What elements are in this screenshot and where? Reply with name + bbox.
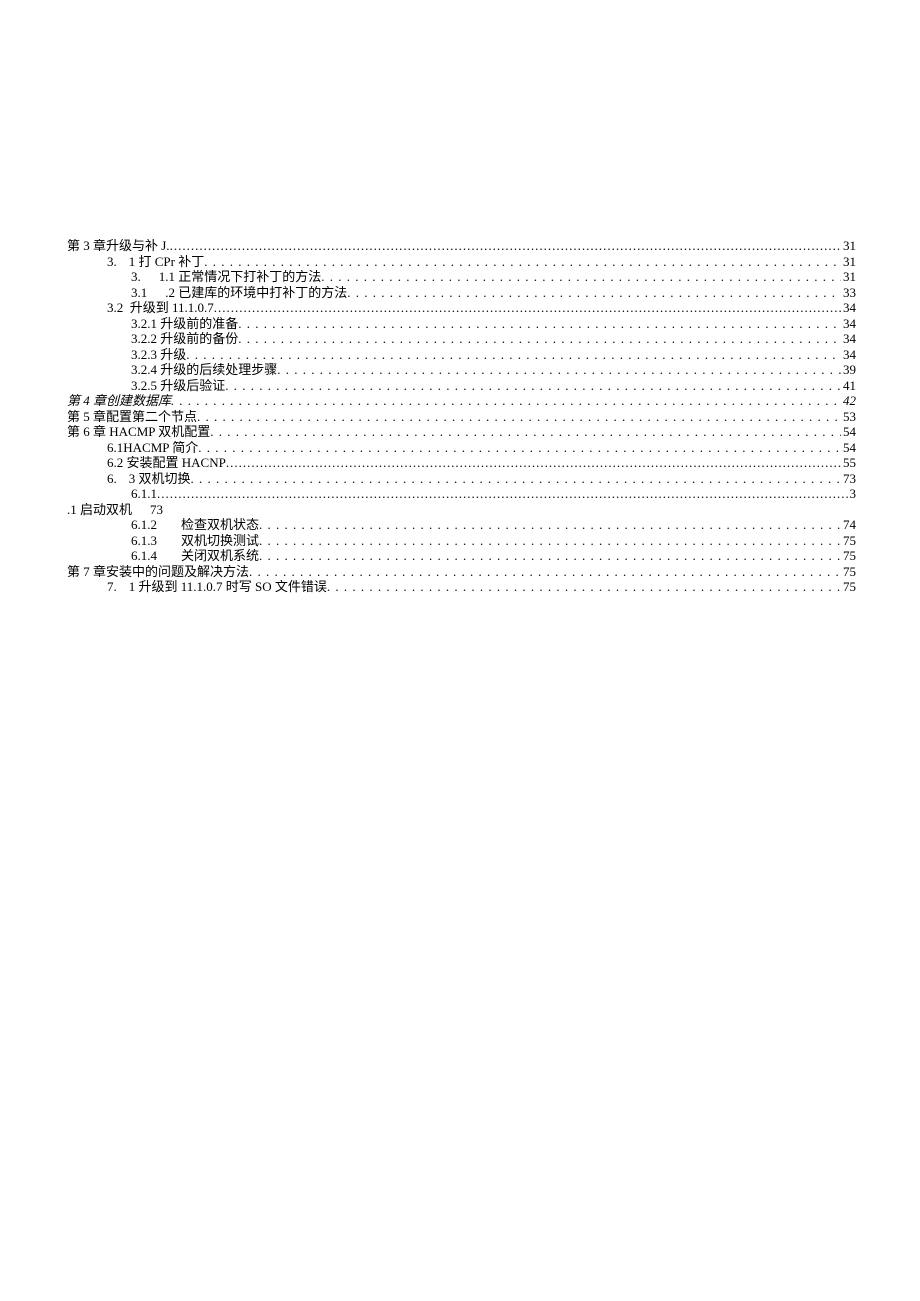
toc-entry: 第 5 章配置第二个节点 53 [67,410,856,426]
toc-label: 6.1.3双机切换测试 [131,534,259,547]
toc-label: 第 4 章创建数据库 [67,394,171,407]
toc-label: 第 5 章配置第二个节点 [67,410,197,423]
toc-entry: 3.2.5 升级后验证 41 [67,379,856,395]
toc-label: 7.1 升级到 11.1.0.7 时写 SO 文件错误 [107,580,327,593]
toc-dots [197,410,841,423]
toc-dots [191,472,841,485]
toc-dots [170,239,841,252]
toc-page: 34 [841,348,856,361]
toc-dots [259,549,841,562]
toc-dots [198,441,841,454]
toc-page: 75 [841,534,856,547]
toc-dots [277,363,841,376]
toc-dots [238,317,841,330]
toc-label: 第 7 章安装中的问题及解决方法 [67,565,249,578]
toc-dots [171,394,841,407]
toc-dots [210,425,841,438]
toc-entry: 3.2.1 升级前的准备 34 [67,317,856,333]
toc-label: 6.1.2检查双机状态 [131,518,259,531]
toc-dots [259,534,841,547]
toc-entry: 3.1.2 已建库的环境中打补丁的方法 33 [67,286,856,302]
toc-dots [226,456,841,469]
toc-label: 3.2 升级到 11.1.0.7 [107,301,214,314]
toc-entry: 第 7 章安装中的问题及解决方法 75 [67,565,856,581]
toc-label: 3.2.4 升级的后续处理步骤 [131,363,277,376]
toc-label: 3.2.5 升级后验证 [131,379,225,392]
toc-entry: 6.1.1 3 [67,487,856,503]
toc-page: 31 [841,255,856,268]
toc-entry: .1 启动双机73 [67,503,856,519]
toc-dots [238,332,841,345]
toc-entry: 6.3 双机切换 73 [67,472,856,488]
toc-page: 54 [841,441,856,454]
toc-container: 第 3 章升级与补 J. 31 3.1 打 CPr 补丁 31 3.1.1 正常… [0,0,920,596]
toc-label: .1 启动双机73 [67,503,163,516]
toc-page: 39 [841,363,856,376]
toc-page: 75 [841,549,856,562]
toc-page: 74 [841,518,856,531]
toc-page: 34 [841,332,856,345]
toc-dots [157,487,848,500]
toc-entry: 7.1 升级到 11.1.0.7 时写 SO 文件错误 75 [67,580,856,596]
toc-page: 75 [841,580,856,593]
toc-page: 54 [841,425,856,438]
toc-label: 6.1.4关闭双机系统 [131,549,259,562]
toc-entry: 第 4 章创建数据库 42 [67,394,856,410]
toc-entry: 第 3 章升级与补 J. 31 [67,239,856,255]
toc-dots [327,580,841,593]
toc-label: 第 6 章 HACMP 双机配置 [67,425,210,438]
toc-page: 53 [841,410,856,423]
toc-label: 6.3 双机切换 [107,472,191,485]
toc-page: 34 [841,301,856,314]
toc-label: 6.1HACMP 简介 [107,441,198,454]
toc-dots [249,565,841,578]
toc-entry: 6.1HACMP 简介 54 [67,441,856,457]
toc-dots [347,286,841,299]
toc-entry: 3.1 打 CPr 补丁 31 [67,255,856,271]
toc-page: 3 [848,487,857,500]
toc-entry: 3.2.4 升级的后续处理步骤 39 [67,363,856,379]
toc-page: 33 [841,286,856,299]
toc-entry: 3.2.3 升级 34 [67,348,856,364]
toc-page: 42 [841,394,856,407]
toc-dots [225,379,841,392]
toc-label: 3.1.2 已建库的环境中打补丁的方法 [131,286,347,299]
toc-dots [186,348,841,361]
toc-label: 3.2.1 升级前的准备 [131,317,238,330]
toc-entry: 3.1.1 正常情况下打补丁的方法 31 [67,270,856,286]
toc-label: 3.2.3 升级 [131,348,186,361]
toc-entry: 6.1.2检查双机状态 74 [67,518,856,534]
toc-label: 6.1.1 [131,487,157,500]
toc-page: 73 [841,472,856,485]
toc-dots [321,270,841,283]
toc-label: 6.2 安装配置 HACNP [107,456,226,469]
toc-page: 34 [841,317,856,330]
toc-page: 31 [841,239,856,252]
toc-entry: 6.1.3双机切换测试 75 [67,534,856,550]
toc-label: 3.2.2 升级前的备份 [131,332,238,345]
toc-entry: 6.1.4关闭双机系统 75 [67,549,856,565]
toc-entry: 第 6 章 HACMP 双机配置 54 [67,425,856,441]
toc-page: 75 [841,565,856,578]
toc-page: 31 [841,270,856,283]
toc-label: 3.1 打 CPr 补丁 [107,255,204,268]
toc-dots [204,255,841,268]
toc-label: 第 3 章升级与补 J. [67,239,170,252]
toc-entry: 3.2 升级到 11.1.0.7 34 [67,301,856,317]
toc-entry: 3.2.2 升级前的备份 34 [67,332,856,348]
toc-label: 3.1.1 正常情况下打补丁的方法 [131,270,321,283]
toc-page: 41 [841,379,856,392]
toc-dots [259,518,841,531]
toc-dots [214,301,841,314]
toc-page: 55 [841,456,856,469]
toc-entry: 6.2 安装配置 HACNP 55 [67,456,856,472]
